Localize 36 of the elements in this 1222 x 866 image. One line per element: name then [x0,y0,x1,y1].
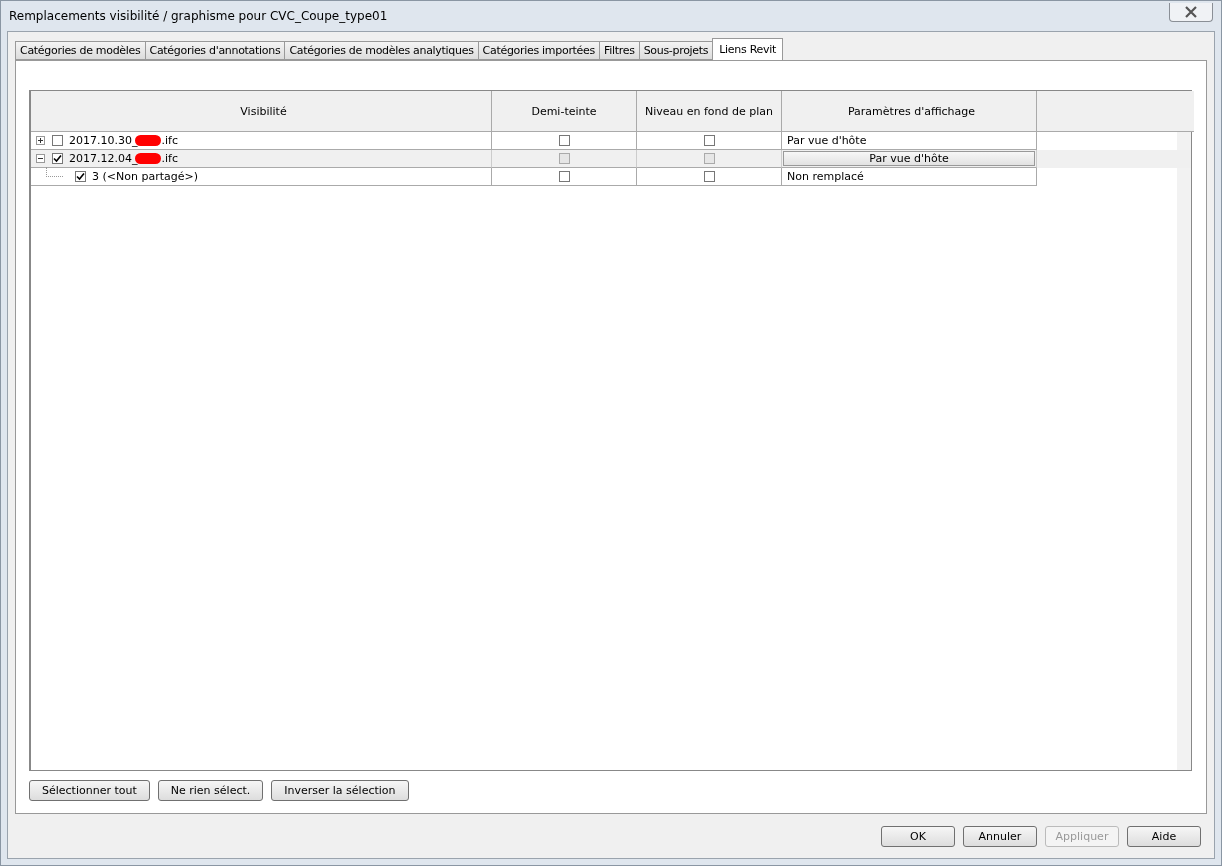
tab[interactable]: Catégories de modèles [15,41,145,60]
display-settings-button[interactable]: Par vue d'hôte [783,151,1035,166]
tab[interactable]: Sous-projets [638,41,713,60]
selection-button[interactable]: Inverser la sélection [271,780,409,801]
display-settings-value: Par vue d'hôte [787,134,867,147]
checkbox[interactable] [558,153,570,164]
selection-button[interactable]: Sélectionner tout [29,780,150,801]
tab[interactable]: Filtres [599,41,639,60]
checkbox[interactable] [703,153,715,164]
close-button[interactable] [1169,2,1213,22]
window-title: Remplacements visibilité / graphisme pour CVC_Coupe_type01 [9,9,388,23]
checkbox[interactable] [703,171,715,182]
tab[interactable]: Catégories importées [477,41,599,60]
dialog-button[interactable]: OK [881,825,955,847]
dialog-button[interactable]: Annuler [963,825,1037,847]
file-extension: .ifc [161,152,178,165]
checkbox[interactable] [558,135,570,146]
checkbox[interactable] [75,171,86,182]
checkbox[interactable] [558,171,570,182]
tab[interactable]: Catégories de modèles analytiques [284,41,478,60]
column-header: Niveau en fond de plan [637,91,782,131]
column-header: Paramètres d'affichage [782,91,1037,131]
checkbox[interactable] [703,135,715,146]
dialog-button[interactable]: Aide [1127,825,1201,847]
column-header: Demi-teinte [492,91,637,131]
close-icon [1184,5,1198,18]
selection-button[interactable]: Ne rien sélect. [157,780,264,801]
tab[interactable]: Liens Revit [712,38,783,60]
link-name: 3 (<Non partagé>) [92,170,198,183]
checkbox[interactable] [52,135,63,146]
column-header: Visibilité [31,91,492,131]
checkbox[interactable] [52,153,63,164]
display-settings-value: Non remplacé [787,170,864,183]
table-row[interactable]: 3 (<Non partagé>) Non remplacé [31,168,1191,186]
file-extension: .ifc [161,134,178,147]
tab[interactable]: Catégories d'annotations [144,41,285,60]
